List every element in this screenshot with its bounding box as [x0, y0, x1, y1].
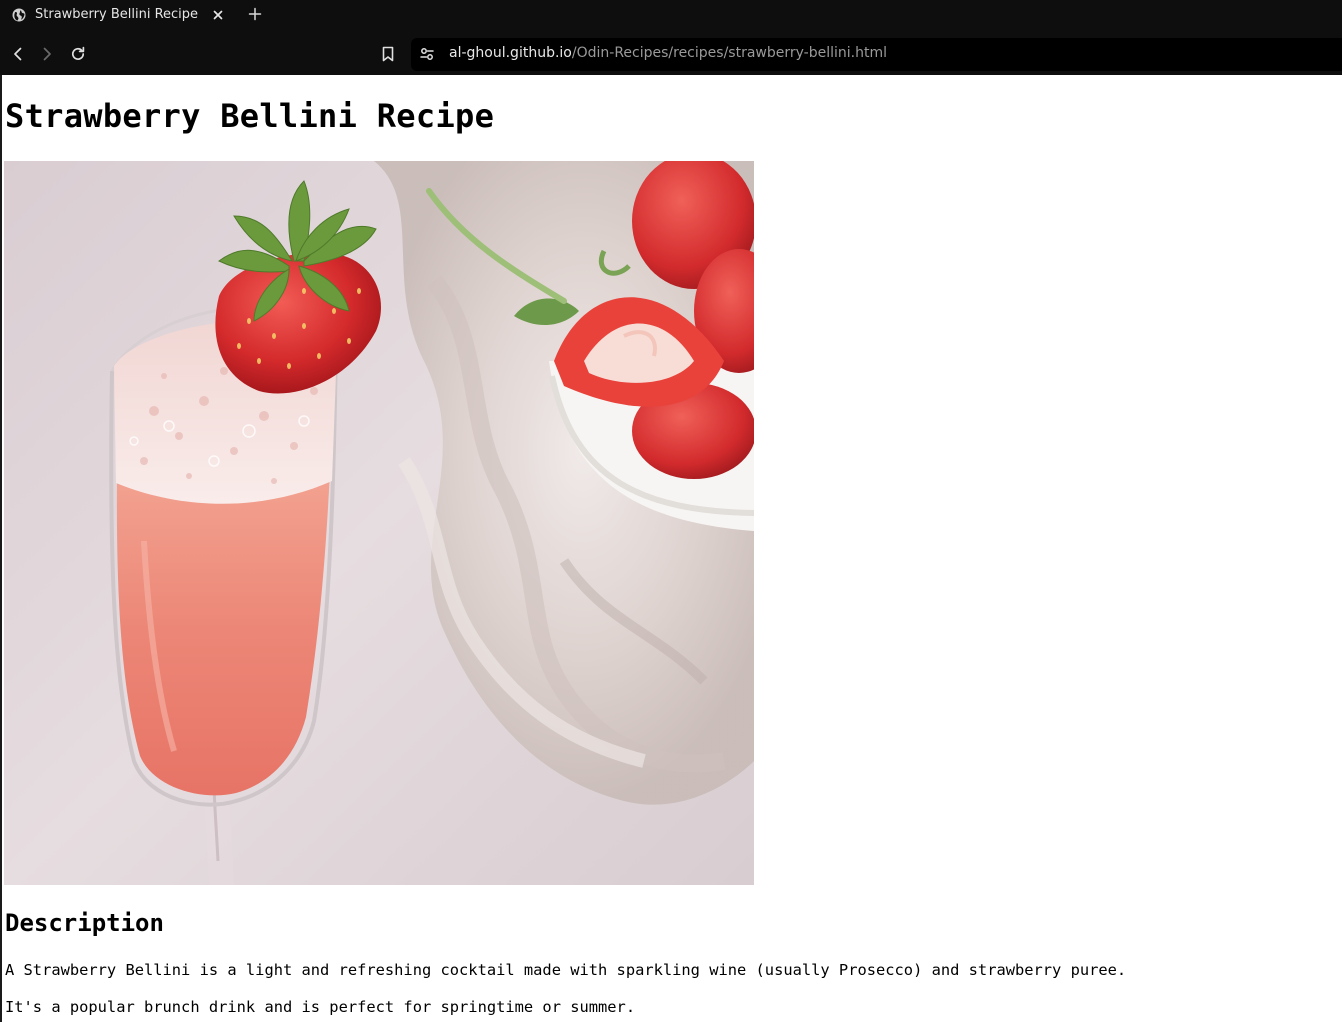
reload-button[interactable] [69, 45, 87, 63]
url-host: al-ghoul.github.io [449, 45, 572, 61]
back-button[interactable] [9, 45, 27, 63]
forward-button[interactable] [38, 45, 56, 63]
new-tab-button[interactable] [247, 6, 263, 22]
description-paragraph: It's a popular brunch drink and is perfe… [5, 998, 636, 1016]
description-paragraph: A Strawberry Bellini is a light and refr… [5, 961, 1127, 979]
page-content: Strawberry Bellini Recipe Description A … [0, 75, 1342, 1022]
close-icon[interactable] [210, 7, 226, 23]
description-heading: Description [5, 909, 164, 937]
globe-icon [12, 8, 26, 22]
tab-title: Strawberry Bellini Recipe [35, 7, 199, 22]
page-title: Strawberry Bellini Recipe [5, 97, 495, 135]
browser-tab[interactable]: Strawberry Bellini Recipe [0, 0, 236, 30]
site-info-icon[interactable] [419, 46, 435, 62]
url-path: /Odin-Recipes/recipes/strawberry-bellini… [571, 45, 887, 61]
address-bar[interactable]: al-ghoul.github.io/Odin-Recipes/recipes/… [411, 38, 1342, 71]
browser-chrome: Strawberry Bellini Recipe al-ghoul.githu… [0, 0, 1342, 75]
bookmark-button[interactable] [380, 45, 396, 63]
url-text[interactable]: al-ghoul.github.io/Odin-Recipes/recipes/… [449, 45, 887, 61]
hero-image [4, 161, 754, 885]
